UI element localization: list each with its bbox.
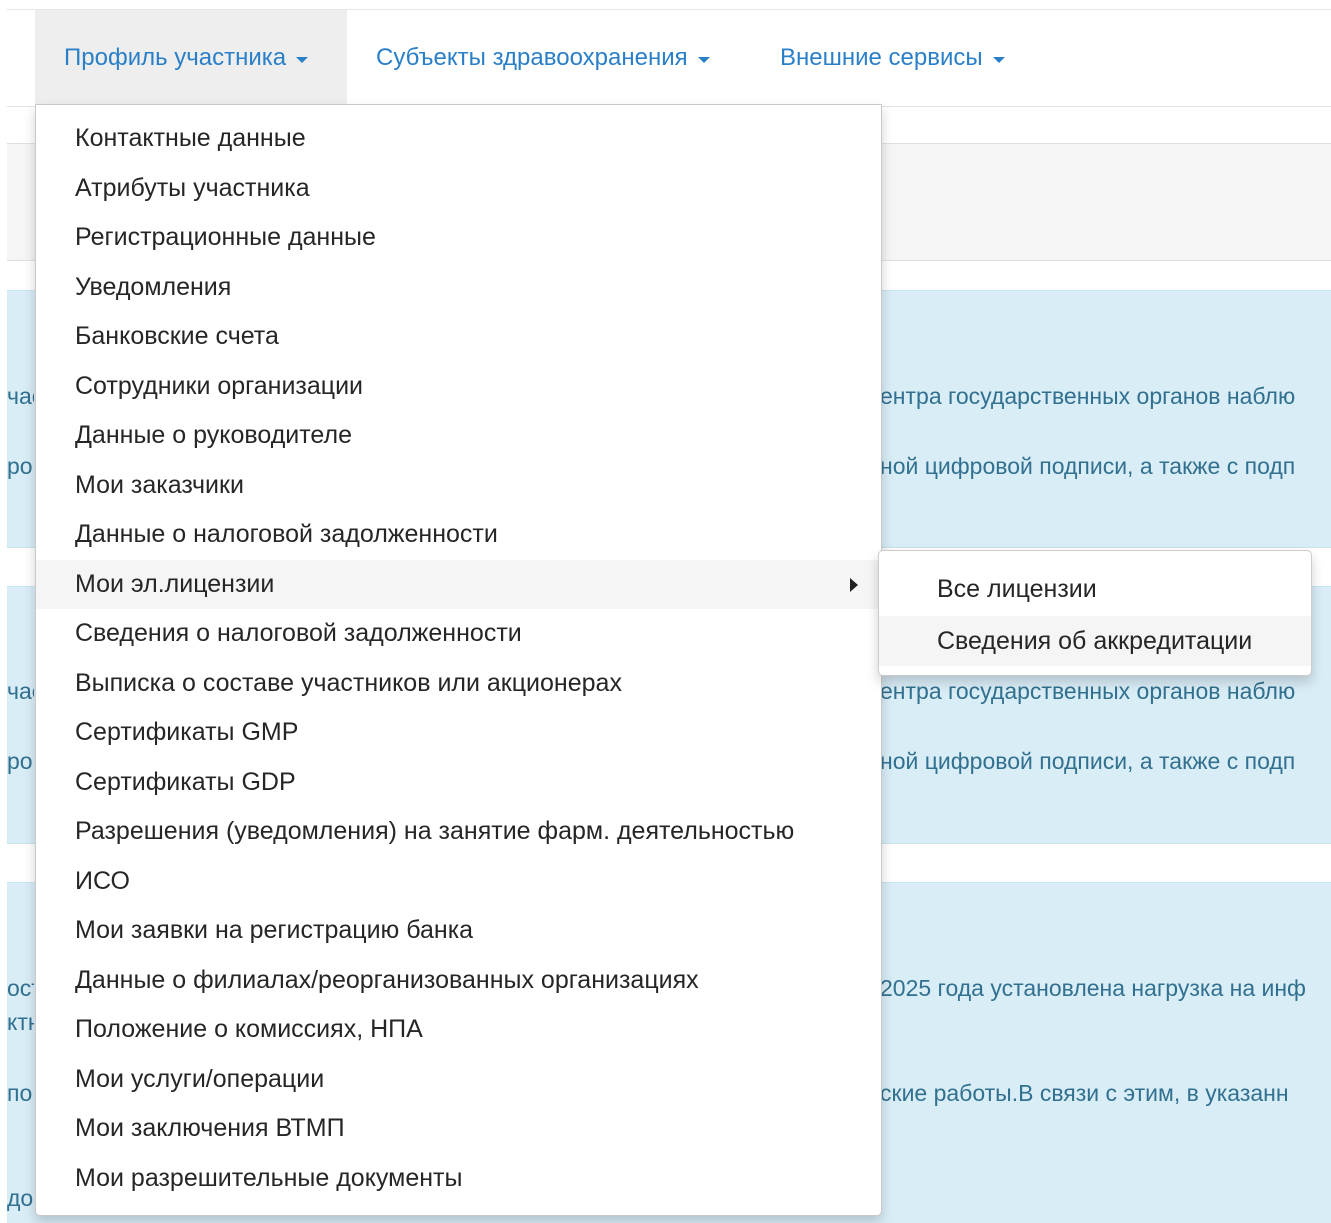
menu-item-contact-data[interactable]: Контактные данные — [36, 114, 881, 163]
menu-item-label: Сертификаты GMP — [75, 718, 299, 746]
menu-item-tax-debt-info[interactable]: Сведения о налоговой задолженности — [36, 609, 881, 658]
alert-text-fragment: час — [7, 678, 34, 704]
menu-item-label: Банковские счета — [75, 322, 279, 350]
menu-item-employees[interactable]: Сотрудники организации — [36, 362, 881, 411]
menu-item-label: Мои эл.лицензии — [75, 570, 275, 598]
caret-right-icon — [850, 578, 858, 592]
menu-item-my-e-licenses[interactable]: Мои эл.лицензии — [36, 560, 881, 609]
alert-text-fragment: ной цифровой подписи, а также с подп — [880, 748, 1296, 774]
submenu-item-accreditation-info[interactable]: Сведения об аккредитации — [879, 616, 1311, 666]
menu-item-permit-documents[interactable]: Мои разрешительные документы — [36, 1154, 881, 1203]
alert-text-fragment: по — [7, 1080, 33, 1106]
nav-participant-profile-label: Профиль участника — [64, 44, 287, 71]
menu-item-label: Атрибуты участника — [75, 174, 310, 202]
nav-external-services-label: Внешние сервисы — [780, 44, 983, 71]
alert-text-fragment: ктн — [7, 1009, 34, 1035]
menu-item-gdp-certificates[interactable]: Сертификаты GDP — [36, 758, 881, 807]
alert-text-fragment: ентра государственных органов наблю — [880, 383, 1296, 409]
participant-profile-dropdown: Контактные данные Атрибуты участника Рег… — [35, 104, 882, 1216]
menu-item-label: ИСО — [75, 867, 130, 895]
alert-text-fragment: 2025 года установлена нагрузка на инф — [880, 975, 1306, 1001]
menu-item-bank-accounts[interactable]: Банковские счета — [36, 312, 881, 361]
menu-item-label: Выписка о составе участников или акционе… — [75, 669, 622, 697]
submenu-item-label: Сведения об аккредитации — [937, 626, 1253, 655]
menu-item-participant-attributes[interactable]: Атрибуты участника — [36, 164, 881, 213]
caret-down-icon — [697, 56, 710, 63]
menu-item-registration-data[interactable]: Регистрационные данные — [36, 213, 881, 262]
nav-external-services[interactable]: Внешние сервисы — [780, 10, 1005, 106]
menu-item-gmp-certificates[interactable]: Сертификаты GMP — [36, 708, 881, 757]
menu-item-label: Мои заключения ВТМП — [75, 1114, 345, 1142]
alert-text-fragment: доб — [7, 1185, 34, 1211]
menu-item-label: Регистрационные данные — [75, 223, 376, 251]
alert-text-fragment: час — [7, 383, 34, 409]
alert-text-fragment: ские работы.В связи с этим, в указанн — [880, 1080, 1289, 1106]
menu-item-label: Разрешения (уведомления) на занятие фарм… — [75, 817, 795, 845]
menu-item-my-customers[interactable]: Мои заказчики — [36, 461, 881, 510]
menu-item-bank-registration-requests[interactable]: Мои заявки на регистрацию банка — [36, 906, 881, 955]
submenu-item-all-licenses[interactable]: Все лицензии — [879, 564, 1311, 614]
alert-text-fragment: роб — [7, 453, 34, 479]
caret-down-icon — [992, 56, 1005, 63]
menu-item-manager-data[interactable]: Данные о руководителе — [36, 411, 881, 460]
menu-item-label: Данные о налоговой задолженности — [75, 520, 498, 548]
top-navbar: Профиль участника Субъекты здравоохранен… — [7, 9, 1331, 107]
nav-healthcare-subjects-label: Субъекты здравоохранения — [376, 44, 688, 71]
menu-item-label: Мои заказчики — [75, 471, 244, 499]
menu-item-tax-debt-data[interactable]: Данные о налоговой задолженности — [36, 510, 881, 559]
menu-item-branches-data[interactable]: Данные о филиалах/реорганизованных орган… — [36, 956, 881, 1005]
menu-item-commission-regulations[interactable]: Положение о комиссиях, НПА — [36, 1005, 881, 1054]
menu-item-label: Уведомления — [75, 273, 232, 301]
alert-text-fragment: ентра государственных органов наблю — [880, 678, 1296, 704]
menu-item-iso[interactable]: ИСО — [36, 857, 881, 906]
alert-text-fragment: роб — [7, 748, 34, 774]
menu-item-label: Мои услуги/операции — [75, 1065, 325, 1093]
e-licenses-submenu: Все лицензии Сведения об аккредитации — [878, 550, 1312, 676]
menu-item-shareholders-extract[interactable]: Выписка о составе участников или акционе… — [36, 659, 881, 708]
menu-item-vtmp-conclusions[interactable]: Мои заключения ВТМП — [36, 1104, 881, 1153]
menu-item-label: Сведения о налоговой задолженности — [75, 619, 522, 647]
alert-text-fragment: ной цифровой подписи, а также с подп — [880, 453, 1296, 479]
menu-item-pharm-permits[interactable]: Разрешения (уведомления) на занятие фарм… — [36, 807, 881, 856]
menu-item-label: Мои разрешительные документы — [75, 1164, 463, 1192]
menu-item-my-services[interactable]: Мои услуги/операции — [36, 1055, 881, 1104]
alert-text-fragment: ост — [7, 975, 34, 1001]
menu-item-notifications[interactable]: Уведомления — [36, 263, 881, 312]
menu-item-label: Сертификаты GDP — [75, 768, 296, 796]
menu-item-label: Мои заявки на регистрацию банка — [75, 916, 474, 944]
nav-healthcare-subjects[interactable]: Субъекты здравоохранения — [376, 10, 710, 106]
submenu-item-label: Все лицензии — [937, 574, 1097, 603]
caret-down-icon — [296, 56, 309, 63]
menu-item-label: Сотрудники организации — [75, 372, 364, 400]
nav-participant-profile[interactable]: Профиль участника — [35, 10, 347, 106]
menu-item-label: Данные о филиалах/реорганизованных орган… — [75, 966, 699, 994]
menu-item-label: Положение о комиссиях, НПА — [75, 1015, 423, 1043]
menu-item-label: Контактные данные — [75, 124, 306, 152]
menu-item-label: Данные о руководителе — [75, 421, 353, 449]
